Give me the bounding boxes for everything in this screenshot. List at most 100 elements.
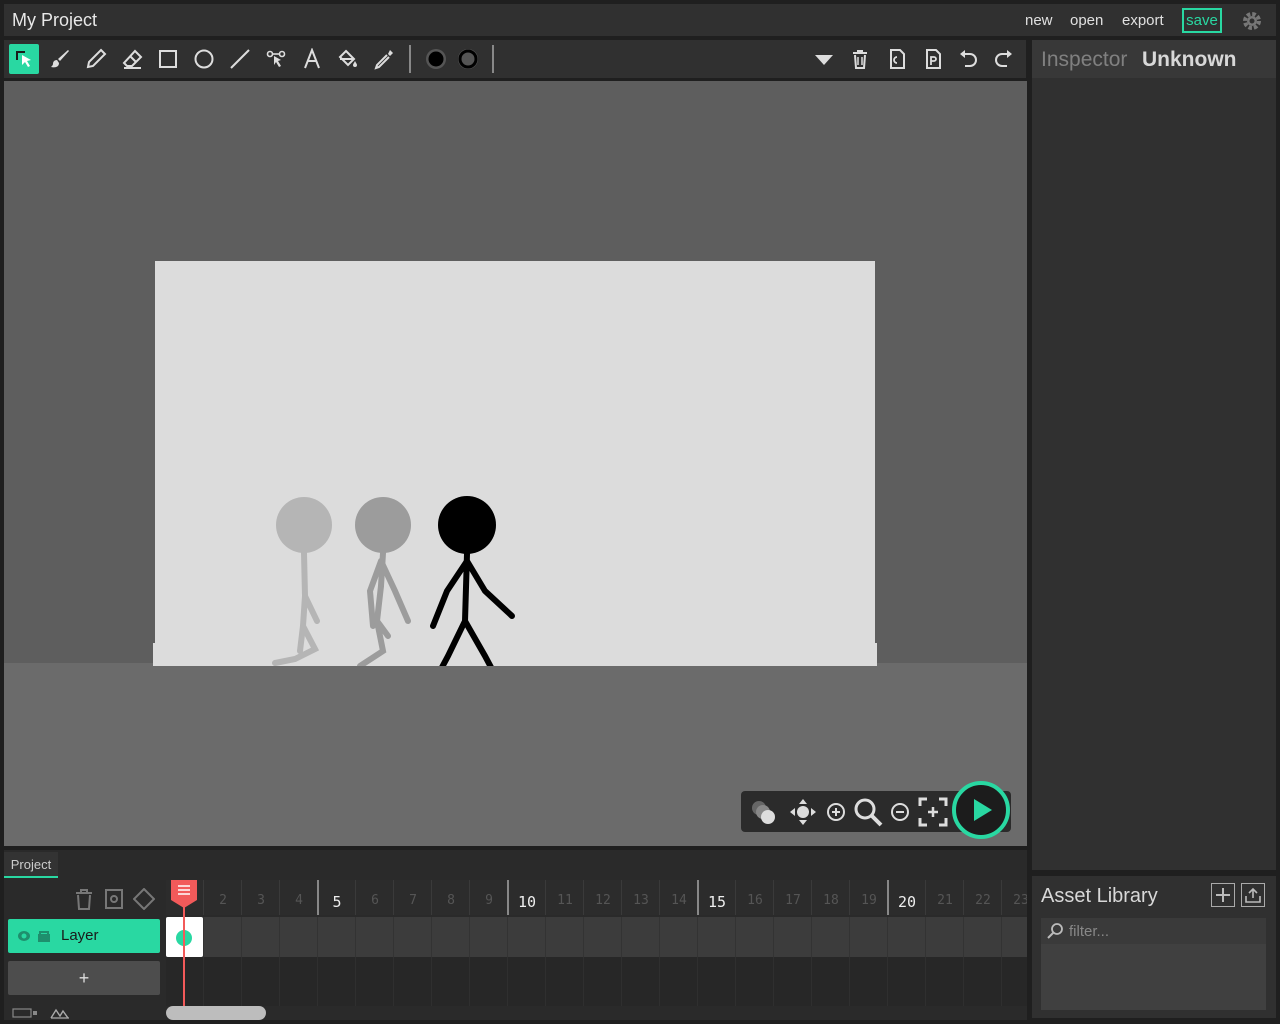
frame-number[interactable]: 18: [812, 893, 850, 908]
frame-number[interactable]: 21: [926, 893, 964, 908]
frame-cell-divider: [393, 957, 394, 1006]
frame-number[interactable]: 22: [964, 893, 1002, 908]
frame-number[interactable]: 9: [470, 893, 508, 908]
play-button[interactable]: [952, 781, 1010, 839]
keyframe-diamond-icon: [133, 888, 155, 910]
timeline-panel: Project Layer + 2 3 4 5 6 7 8 9 10 11 12 13 14 15 16 17…: [4, 850, 1027, 1020]
eraser-tool-button[interactable]: [117, 44, 147, 74]
keyframe-options-button[interactable]: [103, 888, 125, 910]
text-tool-button[interactable]: [297, 44, 327, 74]
frame-number[interactable]: 23: [1002, 893, 1027, 908]
frame-number[interactable]: 13: [622, 893, 660, 908]
line-tool-button[interactable]: [225, 44, 255, 74]
stroke-color-swatch[interactable]: [453, 44, 483, 74]
pan-button[interactable]: [785, 795, 821, 828]
rectangle-tool-button[interactable]: [153, 44, 183, 74]
delete-button[interactable]: [845, 44, 875, 74]
onion-skin-icon: [752, 800, 775, 824]
inspector-header: Inspector Unknown: [1032, 40, 1276, 78]
frame-number[interactable]: 5: [318, 893, 356, 911]
copy-button[interactable]: [881, 44, 911, 74]
add-layer-button[interactable]: +: [8, 961, 160, 995]
select-tool-button[interactable]: [9, 44, 39, 74]
frame-number[interactable]: 3: [242, 893, 280, 908]
zoom-button[interactable]: [851, 795, 885, 828]
import-asset-button[interactable]: [1241, 883, 1265, 907]
pencil-tool-button[interactable]: [81, 44, 111, 74]
frame-cell-divider: [431, 957, 432, 1006]
path-edit-tool-button[interactable]: [261, 44, 291, 74]
delete-frame-button[interactable]: [73, 888, 95, 910]
timeline-scrollbar[interactable]: [166, 1006, 266, 1020]
onion-skin-button[interactable]: [745, 795, 781, 828]
undo-button[interactable]: [953, 44, 983, 74]
project-title[interactable]: My Project: [12, 10, 97, 31]
more-options-button[interactable]: [809, 44, 839, 74]
frame-cell-divider: [811, 917, 812, 957]
redo-button[interactable]: [989, 44, 1019, 74]
playhead-handle[interactable]: [171, 880, 197, 908]
frame-cell-divider: [963, 957, 964, 1006]
frame-number[interactable]: 6: [356, 893, 394, 908]
frame-ruler[interactable]: 2 3 4 5 6 7 8 9 10 11 12 13 14 15 16 17 18 19 20 21 22 23: [166, 880, 1027, 915]
brush-tool-button[interactable]: [45, 44, 75, 74]
layer-frames-row[interactable]: [166, 917, 1027, 957]
frame-number[interactable]: 20: [888, 893, 926, 911]
gear-icon[interactable]: [1240, 9, 1264, 33]
tab-project[interactable]: Project: [4, 852, 58, 878]
asset-filter-input[interactable]: [1041, 918, 1266, 944]
frame-number[interactable]: 10: [508, 893, 546, 911]
timeline-footer: [8, 1006, 88, 1020]
zoom-out-icon: [891, 802, 909, 821]
lock-icon[interactable]: [37, 929, 51, 943]
frame-number[interactable]: 2: [204, 893, 242, 908]
open-button[interactable]: open: [1070, 12, 1103, 29]
frame-number[interactable]: 19: [850, 893, 888, 908]
frame-number[interactable]: 16: [736, 893, 774, 908]
fill-bucket-tool-button[interactable]: [333, 44, 363, 74]
asset-list: [1041, 944, 1266, 1010]
new-button[interactable]: new: [1025, 12, 1053, 29]
plus-icon: [1216, 888, 1230, 902]
frame-number[interactable]: 8: [432, 893, 470, 908]
fit-to-screen-button[interactable]: [915, 795, 951, 828]
layer-row[interactable]: Layer: [8, 919, 160, 953]
move-icon: [790, 798, 816, 825]
timeline-mode-icon[interactable]: [12, 1008, 38, 1018]
frame-number[interactable]: 14: [660, 893, 698, 908]
eyedropper-tool-button[interactable]: [369, 44, 399, 74]
eyedropper-icon: [374, 50, 393, 70]
frame-cell-divider: [697, 957, 698, 1006]
frame-cell-divider: [811, 957, 812, 1006]
frame-cell-divider: [545, 917, 546, 957]
frame-cell-divider: [469, 917, 470, 957]
frame-grid[interactable]: 2 3 4 5 6 7 8 9 10 11 12 13 14 15 16 17 18 19 20 21 22 23: [166, 880, 1027, 1006]
toolbar-separator: [409, 45, 411, 73]
frame-cell-divider: [925, 917, 926, 957]
select-icon: [16, 51, 31, 67]
frame-cell-divider: [849, 957, 850, 1006]
frame-number[interactable]: 7: [394, 893, 432, 908]
frame-number[interactable]: 11: [546, 893, 584, 908]
canvas-area[interactable]: [4, 81, 1027, 846]
stick-figure-drawing[interactable]: [155, 261, 875, 666]
pencil-icon: [86, 48, 107, 69]
paste-button[interactable]: [917, 44, 947, 74]
ellipse-tool-button[interactable]: [189, 44, 219, 74]
export-button[interactable]: export: [1122, 12, 1164, 29]
text-icon: [304, 48, 320, 69]
zoom-out-button[interactable]: [887, 795, 913, 828]
visibility-icon[interactable]: [17, 930, 31, 942]
fill-color-swatch[interactable]: [421, 44, 451, 74]
frame-number[interactable]: 4: [280, 893, 318, 908]
frame-number[interactable]: 12: [584, 893, 622, 908]
frame-number[interactable]: 17: [774, 893, 812, 908]
path-edit-icon: [266, 50, 286, 67]
save-button[interactable]: save: [1182, 8, 1222, 33]
add-asset-button[interactable]: [1211, 883, 1235, 907]
zoom-in-button[interactable]: [823, 795, 849, 828]
add-keyframe-button[interactable]: [133, 888, 155, 910]
layer-name[interactable]: Layer: [61, 927, 99, 944]
frame-number[interactable]: 15: [698, 893, 736, 911]
graph-view-icon[interactable]: [50, 1007, 70, 1019]
